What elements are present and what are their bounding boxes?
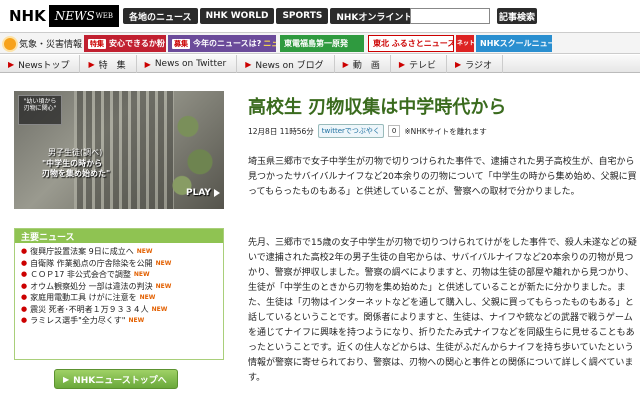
article-date: 12月8日 11時56分	[248, 126, 314, 136]
banner-net-club[interactable]: ネット クラブ	[456, 35, 474, 52]
new-badge: NEW	[139, 294, 156, 301]
main-news-item-text: ＣＯＰ17 非公式会合で調整	[30, 270, 131, 279]
main-news-item-text: 自衛隊 作業拠点の庁舎除染を公開	[30, 258, 153, 268]
banner-school-news[interactable]: NHKスクールニュース	[476, 35, 552, 52]
main-news-item-text: 家庭用電動工具 けがに注意を	[30, 293, 137, 302]
banner-highlight-text: 今年のニュースは?	[193, 39, 262, 48]
banner-milk[interactable]: 特集 安心できるか粉ミルク	[84, 35, 166, 52]
play-button[interactable]: PLAY	[186, 188, 220, 198]
main-news-item[interactable]: ● 自衛隊 作業拠点の庁舎除染を公開 NEW	[21, 258, 219, 270]
arrow-icon: ▶	[63, 374, 70, 384]
section-twitter-label: News on Twitter	[154, 59, 227, 69]
video-caption-quote: "中学生の時から 刃物を集め始めた"	[42, 159, 111, 178]
top-nav-local-news[interactable]: 各地のニュース	[123, 8, 198, 24]
bullet-icon: ●	[21, 316, 28, 324]
section-blog[interactable]: ▶ News on ブログ	[237, 55, 335, 73]
bullet-icon: ●	[21, 258, 28, 267]
main-news-item[interactable]: ● ラミレス選手"全力尽くす" NEW	[21, 315, 219, 327]
new-badge: NEW	[155, 259, 172, 267]
main-news-item-text: 震災 死者･不明者１万９３３４人	[30, 304, 149, 314]
video-caption-speaker: 男子生徒(調べ)	[48, 148, 103, 157]
main-news-item-text: 復興庁設置法案 9日に成立へ	[30, 247, 134, 256]
video-player[interactable]: "幼い頃から刃物に関心" 男子生徒(調べ) "中学生の時から 刃物を集め始めた"…	[14, 91, 224, 209]
article-paragraph-1: 埼玉県三郷市で女子中学生が刃物で切りつけられた事件で、逮捕された男子高校生が、自…	[248, 157, 637, 197]
arrow-icon: ▶	[398, 59, 405, 69]
main-news-item[interactable]: ● オウム観察処分 一部は違法の判決 NEW	[21, 281, 219, 293]
banner-milk-text: 安心できるか粉ミルク	[109, 39, 166, 48]
arrow-icon: ▶	[88, 59, 95, 69]
section-tv[interactable]: ▶ テレビ	[391, 55, 447, 73]
section-twitter[interactable]: ▶ News on Twitter	[137, 55, 238, 73]
section-video[interactable]: ▶ 動 画	[335, 55, 391, 73]
bullet-icon: ●	[21, 293, 28, 301]
section-blog-label: News on ブログ	[255, 60, 324, 71]
logo-news-web: NEWS WEB	[48, 5, 120, 27]
play-icon	[213, 189, 220, 197]
new-badge: NEW	[136, 248, 153, 255]
section-radio[interactable]: ▶ ラジオ	[447, 55, 503, 73]
section-radio-label: ラジオ	[465, 60, 492, 71]
main-news-item[interactable]: ● 震災 死者･不明者１万９３３４人 NEW	[21, 304, 219, 316]
new-badge: NEW	[133, 271, 150, 278]
site-header: NHK NEWS WEB 各地のニュース NHK WORLD SPORTS NH…	[0, 0, 640, 32]
article-meta: 12月8日 11時56分 twitterでつぶやく 0 ※NHKサイトを離れます	[248, 124, 487, 138]
weather-label: 気象・災害情報	[19, 40, 83, 50]
banner-highlight-sub: ニュースハイライト2011	[263, 39, 276, 48]
section-tv-label: テレビ	[408, 60, 436, 71]
main-news-item-text: ラミレス選手"全力尽くす"	[30, 316, 126, 325]
weather-link[interactable]: 気象・災害情報	[4, 37, 82, 50]
top-nav: 各地のニュース NHK WORLD SPORTS NHKオンライントップ	[123, 8, 437, 24]
banner-fukushima[interactable]: 東電福島第一原発	[280, 35, 364, 52]
banner-row: 気象・災害情報 特集 安心できるか粉ミルク 募集 今年のニュースは? ニュースハ…	[0, 32, 640, 54]
nhk-news-top-button[interactable]: ▶ NHKニューストップへ	[54, 369, 178, 389]
new-badge: NEW	[128, 317, 145, 324]
tweet-count: 0	[387, 125, 401, 137]
nhk-news-top-label: NHKニューストップへ	[73, 375, 167, 386]
search-button[interactable]: 記事検索	[497, 8, 537, 24]
bullet-icon: ●	[21, 281, 28, 290]
banner-milk-tag: 特集	[88, 38, 106, 49]
arrow-icon: ▶	[342, 59, 349, 69]
section-news-top[interactable]: ▶ Newsトップ	[0, 55, 81, 73]
bullet-icon: ●	[21, 247, 28, 255]
arrow-icon: ▶	[8, 59, 15, 69]
top-nav-sports[interactable]: SPORTS	[276, 8, 329, 24]
new-badge: NEW	[151, 305, 168, 313]
logo-nhk: NHK	[6, 7, 49, 25]
top-nav-nhk-world[interactable]: NHK WORLD	[199, 8, 275, 24]
main-news-list: ● 復興庁設置法案 9日に成立へ NEW ● 自衛隊 作業拠点の庁舎除染を公開 NEW …	[15, 243, 223, 327]
article-paragraph-2: 先月、三郷市で15歳の女子中学生が刃物で切りつけられてけがをした事件で、殺人未遂…	[248, 238, 637, 383]
logo-web-text: WEB	[95, 12, 114, 20]
section-feature-label: 特 集	[98, 60, 126, 71]
arrow-icon: ▶	[144, 59, 151, 69]
bullet-icon: ●	[21, 270, 28, 278]
main-news-item[interactable]: ● 家庭用電動工具 けがに注意を NEW	[21, 292, 219, 304]
main-news-item[interactable]: ● ＣＯＰ17 非公式会合で調整 NEW	[21, 269, 219, 281]
section-feature[interactable]: ▶ 特 集	[80, 55, 137, 73]
outbound-note: ※NHKサイトを離れます	[404, 126, 487, 136]
sun-icon	[4, 37, 16, 50]
search-input[interactable]	[410, 8, 490, 24]
main-news-heading: 主要ニュース	[15, 229, 223, 243]
main-news-item[interactable]: ● 復興庁設置法案 9日に成立へ NEW	[21, 246, 219, 258]
play-label: PLAY	[186, 188, 211, 198]
banner-tohoku[interactable]: 東北 ふるさとニュース	[368, 35, 454, 52]
section-news-top-label: Newsトップ	[18, 60, 70, 71]
banner-highlight-tag: 募集	[172, 38, 190, 49]
video-badge: "幼い頃から刃物に関心"	[18, 95, 62, 125]
arrow-icon: ▶	[245, 59, 252, 69]
bullet-icon: ●	[21, 304, 28, 313]
main-news-item-text: オウム観察処分 一部は違法の判決	[30, 281, 153, 291]
twitter-share-button[interactable]: twitterでつぶやく	[317, 124, 384, 138]
logo-news-text: NEWS	[54, 9, 95, 23]
section-video-label: 動 画	[352, 60, 380, 71]
banner-news-highlight[interactable]: 募集 今年のニュースは? ニュースハイライト2011	[168, 35, 276, 52]
arrow-icon: ▶	[455, 59, 462, 69]
main-news-panel: 主要ニュース ● 復興庁設置法案 9日に成立へ NEW ● 自衛隊 作業拠点の庁舎除染…	[14, 228, 224, 360]
article-title: 高校生 刃物収集は中学時代から	[248, 97, 507, 118]
nhk-news-web-logo[interactable]: NHK NEWS WEB	[6, 5, 120, 27]
new-badge: NEW	[155, 282, 172, 290]
section-nav: ▶ Newsトップ ▶ 特 集 ▶ News on Twitter ▶ News on …	[0, 55, 640, 73]
